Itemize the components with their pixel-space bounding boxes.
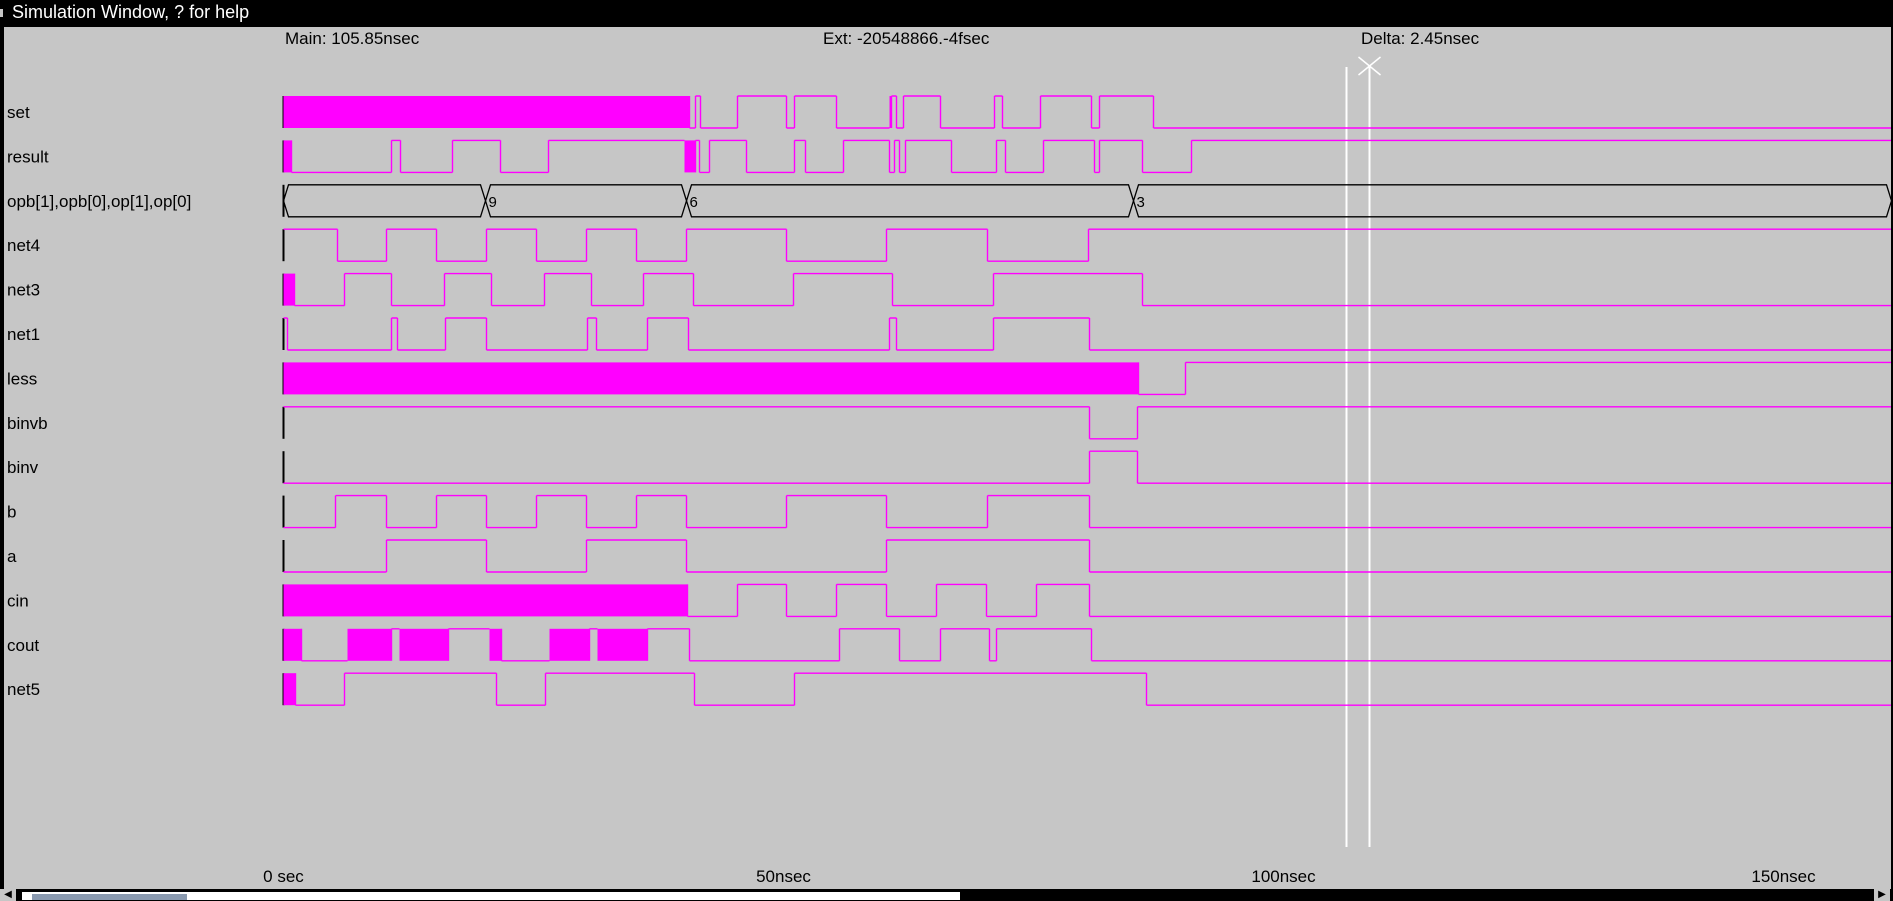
unknown-state-block xyxy=(597,628,648,661)
signal-name[interactable]: opb[1],opb[0],op[1],op[0] xyxy=(7,192,191,211)
signal-name[interactable]: result xyxy=(7,147,49,166)
signal-trace xyxy=(300,628,1893,662)
unknown-state-block xyxy=(549,628,590,661)
title-bar-notch xyxy=(0,9,3,17)
signal-row[interactable]: net1 xyxy=(7,317,1893,351)
signal-row[interactable]: opb[1],opb[0],op[1],op[0] 9 6 3 xyxy=(7,184,1893,218)
main-cursor-readout: Main: 105.85nsec xyxy=(285,29,420,48)
signal-trace xyxy=(283,228,1893,262)
bus-segment xyxy=(1132,184,1893,218)
scroll-right-arrow-icon[interactable]: ▶ xyxy=(1874,889,1890,901)
signal-name[interactable]: b xyxy=(7,503,16,522)
scroll-left-arrow-icon[interactable]: ◀ xyxy=(0,889,16,901)
unknown-state-block xyxy=(283,584,688,617)
unknown-state-block xyxy=(283,140,292,173)
waveform-canvas[interactable]: Main: 105.85nsec Ext: -20548866.-4fsec D… xyxy=(4,27,1893,889)
window-title: Simulation Window, ? for help xyxy=(12,2,250,22)
signal-trace xyxy=(283,450,1893,484)
signal-row[interactable]: binvb xyxy=(7,406,1893,440)
unknown-state-block xyxy=(283,96,690,128)
signal-trace xyxy=(283,539,1893,573)
signal-name[interactable]: binv xyxy=(7,458,39,477)
signal-name[interactable]: set xyxy=(7,103,30,122)
scrollbar-thumb[interactable] xyxy=(32,894,187,900)
signal-row[interactable]: less xyxy=(7,361,1893,396)
signal-row[interactable]: binv xyxy=(7,450,1893,484)
bus-value-label: 6 xyxy=(690,194,698,211)
signal-name[interactable]: less xyxy=(7,369,37,388)
time-axis-tick-label: 150nsec xyxy=(1751,867,1816,886)
signal-name[interactable]: cout xyxy=(7,636,39,655)
time-axis-tick-label: 100nsec xyxy=(1251,867,1316,886)
time-axis-tick-label: 50nsec xyxy=(756,867,811,886)
signal-row[interactable]: cout xyxy=(7,628,1893,662)
signal-name[interactable]: a xyxy=(7,547,17,566)
window-title-bar[interactable]: Simulation Window, ? for help xyxy=(0,0,1893,27)
unknown-state-block xyxy=(399,628,449,661)
signal-row[interactable]: net3 xyxy=(7,272,1893,307)
signal-row[interactable]: b xyxy=(7,494,1893,529)
signal-name[interactable]: net3 xyxy=(7,281,40,300)
unknown-state-block xyxy=(684,140,696,173)
signal-trace xyxy=(294,672,1893,706)
unknown-state-block xyxy=(283,673,296,706)
signal-trace xyxy=(290,139,1893,174)
bus-segment xyxy=(685,184,1135,218)
bus-segment xyxy=(484,184,688,218)
signal-trace xyxy=(688,95,1893,129)
signal-trace xyxy=(686,583,1893,618)
signal-name[interactable]: net5 xyxy=(7,680,40,699)
signal-name[interactable]: net4 xyxy=(7,236,40,255)
delta-readout: Delta: 2.45nsec xyxy=(1361,29,1480,48)
ext-cursor-readout: Ext: -20548866.-4fsec xyxy=(823,29,990,48)
time-axis-tick-label: 0 sec xyxy=(263,867,304,886)
signal-row[interactable]: net5 xyxy=(7,672,1893,706)
bus-segment xyxy=(282,184,487,218)
waveform-panel[interactable]: Main: 105.85nsec Ext: -20548866.-4fsec D… xyxy=(4,27,1893,889)
bus-value-label: 9 xyxy=(489,194,497,211)
unknown-state-block xyxy=(347,628,392,661)
unknown-state-block xyxy=(283,273,295,306)
signal-row[interactable]: set xyxy=(7,95,1893,129)
signal-trace xyxy=(283,494,1893,529)
signal-name[interactable]: net1 xyxy=(7,325,40,344)
unknown-state-block xyxy=(489,628,502,661)
unknown-state-block xyxy=(283,362,1139,395)
bus-value-label: 3 xyxy=(1137,194,1145,211)
signal-row[interactable]: cin xyxy=(7,583,1893,618)
signal-row[interactable]: net4 xyxy=(7,228,1893,262)
unknown-state-block xyxy=(283,628,302,661)
signal-row[interactable]: a xyxy=(7,539,1893,573)
signal-name[interactable]: cin xyxy=(7,591,29,610)
signal-name[interactable]: binvb xyxy=(7,414,48,433)
signal-trace xyxy=(1137,361,1893,396)
signal-trace xyxy=(283,317,1893,351)
signal-trace xyxy=(283,406,1893,440)
signal-trace xyxy=(293,272,1893,307)
signal-row[interactable]: result xyxy=(7,139,1893,174)
